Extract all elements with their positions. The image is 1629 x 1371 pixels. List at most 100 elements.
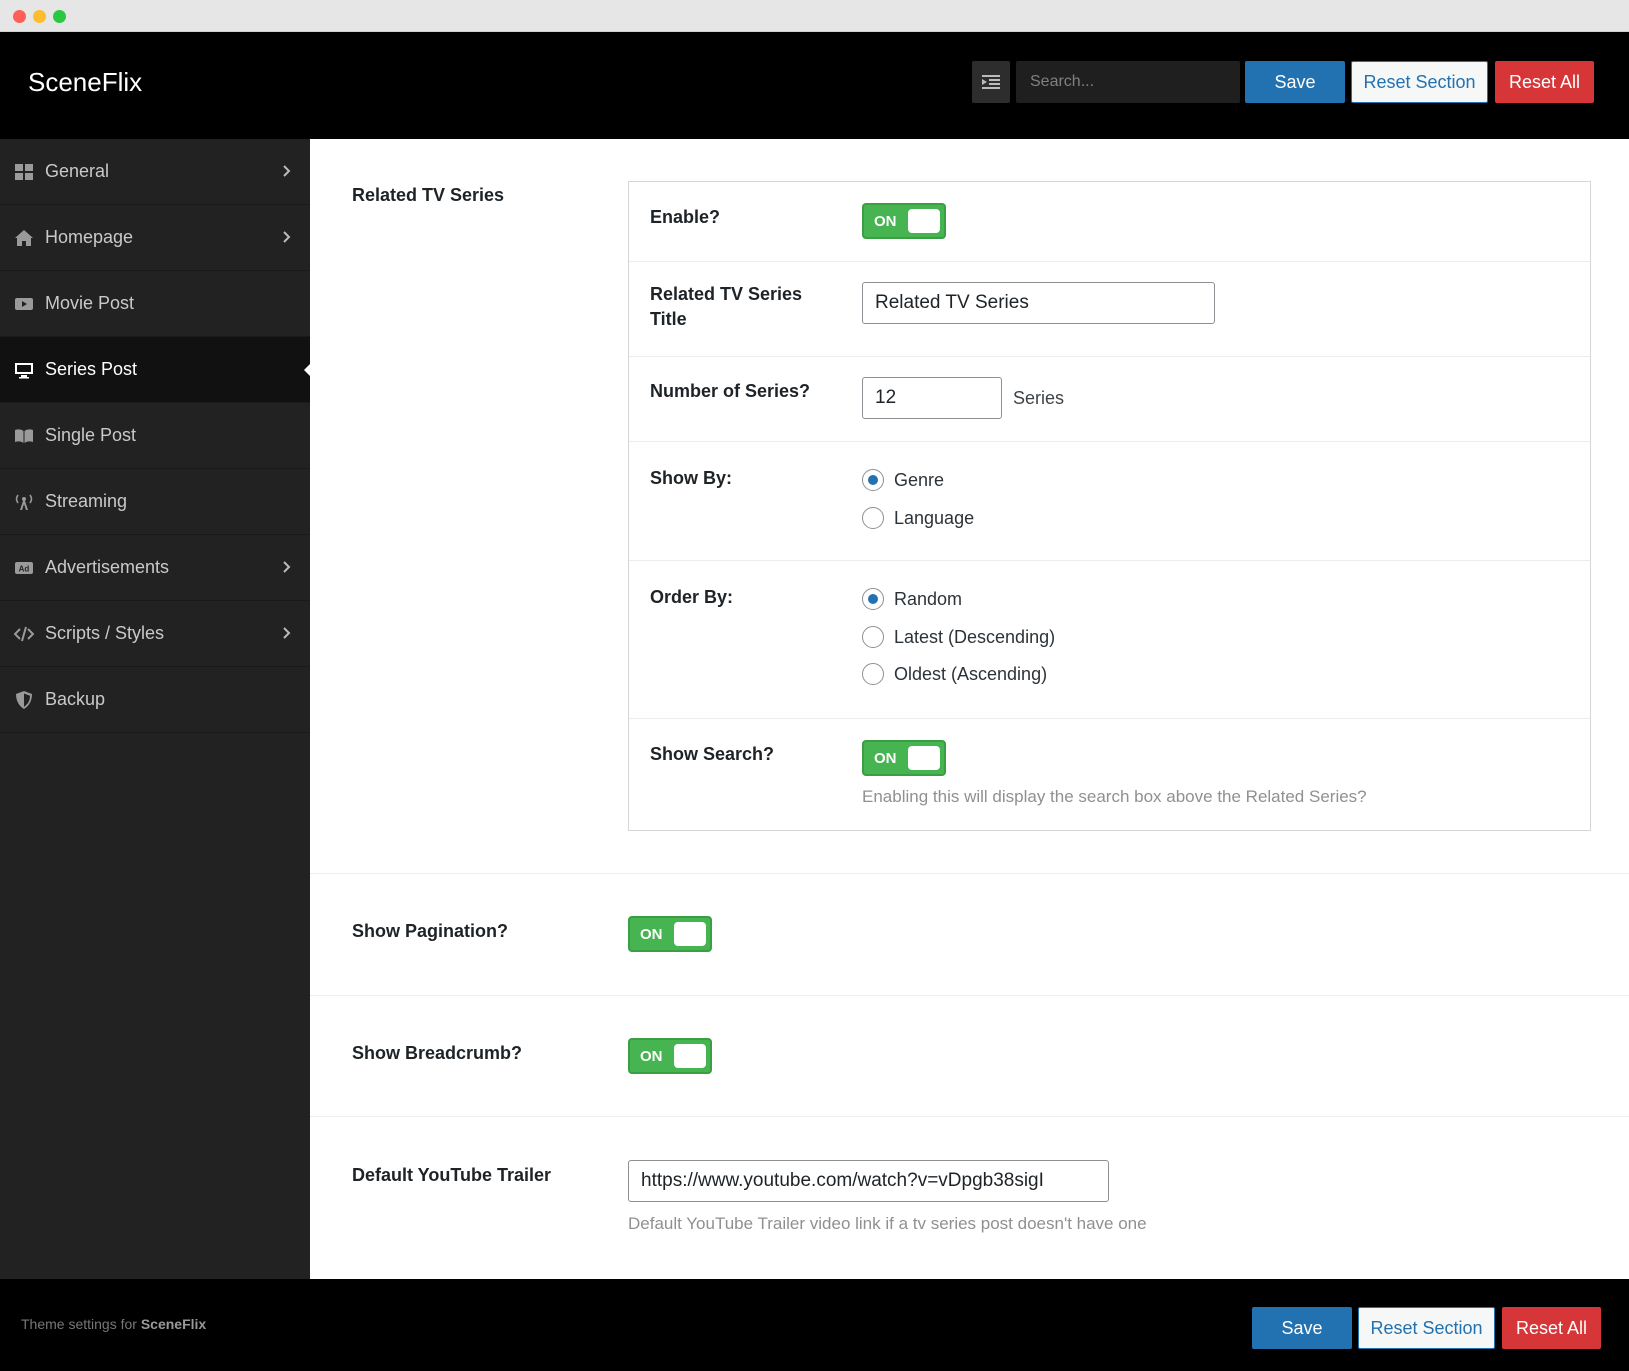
footer: Theme settings for SceneFlix Save Reset … <box>0 1279 1629 1371</box>
toggle-state-text: ON <box>640 926 663 943</box>
toggle-knob <box>908 746 940 770</box>
radio-button[interactable] <box>862 507 884 529</box>
radio-button[interactable] <box>862 626 884 648</box>
sidebar-item-backup[interactable]: Backup <box>0 667 310 733</box>
order-by-option-latest[interactable]: Latest (Descending) <box>862 626 1055 648</box>
section-divider <box>310 995 1629 996</box>
reset-section-button[interactable]: Reset Section <box>1351 61 1488 103</box>
sidebar: General Homepage Movie Post Series Post … <box>0 139 310 1279</box>
radio-label: Latest (Descending) <box>894 626 1056 647</box>
footer-reset-section-button[interactable]: Reset Section <box>1358 1307 1495 1349</box>
footer-brand: SceneFlix <box>140 1316 207 1332</box>
list-indent-icon <box>982 75 1000 89</box>
show-by-option-genre[interactable]: Genre <box>862 469 944 491</box>
radio-button[interactable] <box>862 663 884 685</box>
radio-label: Genre <box>894 469 945 490</box>
video-icon <box>13 293 35 315</box>
show-search-hint: Enabling this will display the search bo… <box>862 787 1367 806</box>
show-search-label: Show Search? <box>650 744 775 764</box>
related-tv-series-label: Related TV Series <box>352 185 505 205</box>
show-pagination-toggle[interactable]: ON <box>628 916 712 952</box>
sidebar-item-label: Backup <box>45 689 106 709</box>
sidebar-item-advertisements[interactable]: Ad Advertisements <box>0 535 310 601</box>
sidebar-item-series-post[interactable]: Series Post <box>0 337 310 403</box>
close-window-button[interactable] <box>13 10 26 23</box>
reset-all-button[interactable]: Reset All <box>1495 61 1594 103</box>
shield-icon <box>13 689 35 711</box>
maximize-window-button[interactable] <box>53 10 66 23</box>
save-button[interactable]: Save <box>1245 61 1345 103</box>
show-breadcrumb-toggle[interactable]: ON <box>628 1038 712 1074</box>
show-by-label: Show By: <box>650 468 733 488</box>
toggle-state-text: ON <box>874 750 897 767</box>
order-by-row: Order By: Random Latest (Descending) Old… <box>629 561 1590 719</box>
section-divider <box>310 1116 1629 1117</box>
toggle-state-text: ON <box>640 1048 663 1065</box>
code-icon <box>13 623 35 645</box>
title-label: Related TV Series Title <box>650 284 803 329</box>
default-trailer-label: Default YouTube Trailer <box>352 1165 552 1185</box>
related-tv-series-fieldset: Enable? ON Related TV Series Title Numbe… <box>628 181 1591 831</box>
footer-save-button[interactable]: Save <box>1252 1307 1352 1349</box>
sidebar-item-homepage[interactable]: Homepage <box>0 205 310 271</box>
ad-icon: Ad <box>13 557 35 579</box>
chevron-right-icon <box>278 558 296 576</box>
toggle-knob <box>674 1044 706 1068</box>
enable-toggle[interactable]: ON <box>862 203 946 239</box>
broadcast-icon <box>13 491 35 513</box>
toggle-knob <box>908 209 940 233</box>
show-pagination-label: Show Pagination? <box>352 921 508 941</box>
sidebar-item-streaming[interactable]: Streaming <box>0 469 310 535</box>
toggle-knob <box>674 922 706 946</box>
order-by-option-oldest[interactable]: Oldest (Ascending) <box>862 663 1047 685</box>
sidebar-item-scripts-styles[interactable]: Scripts / Styles <box>0 601 310 667</box>
brand-title: SceneFlix <box>28 67 143 97</box>
sidebar-item-label: Streaming <box>45 491 128 511</box>
enable-row: Enable? ON <box>629 182 1590 262</box>
default-trailer-hint: Default YouTube Trailer video link if a … <box>628 1214 1147 1233</box>
show-search-toggle[interactable]: ON <box>862 740 946 776</box>
sidebar-item-label: Advertisements <box>45 557 170 577</box>
title-row: Related TV Series Title <box>629 262 1590 357</box>
order-by-option-random[interactable]: Random <box>862 588 962 610</box>
radio-button[interactable] <box>862 588 884 610</box>
footer-reset-all-button[interactable]: Reset All <box>1502 1307 1601 1349</box>
search-input[interactable] <box>1016 61 1240 103</box>
sidebar-item-label: General <box>45 161 110 181</box>
main-content: Related TV Series Enable? ON Related TV … <box>310 139 1629 1279</box>
sidebar-item-label: Single Post <box>45 425 137 445</box>
related-title-input[interactable] <box>862 282 1215 324</box>
number-label: Number of Series? <box>650 381 811 401</box>
book-icon <box>13 425 35 447</box>
grid-icon <box>13 161 35 183</box>
footer-text: Theme settings for SceneFlix <box>21 1316 206 1332</box>
radio-label: Oldest (Ascending) <box>894 663 1048 684</box>
show-breadcrumb-label: Show Breadcrumb? <box>352 1043 523 1063</box>
sidebar-item-label: Movie Post <box>45 293 135 313</box>
expand-all-button[interactable] <box>972 61 1010 103</box>
monitor-icon <box>13 359 35 381</box>
sidebar-item-movie-post[interactable]: Movie Post <box>0 271 310 337</box>
show-search-row: Show Search? ON Enabling this will displ… <box>629 719 1590 830</box>
show-by-option-language[interactable]: Language <box>862 507 974 529</box>
number-row: Number of Series? Series <box>629 357 1590 442</box>
chevron-right-icon <box>278 162 296 180</box>
number-of-series-input[interactable] <box>862 377 1002 419</box>
svg-text:Ad: Ad <box>19 564 30 573</box>
minimize-window-button[interactable] <box>33 10 46 23</box>
sidebar-item-single-post[interactable]: Single Post <box>0 403 310 469</box>
radio-label: Random <box>894 588 963 609</box>
toggle-state-text: ON <box>874 213 897 230</box>
radio-label: Language <box>894 507 975 528</box>
footer-text-prefix: Theme settings for <box>21 1316 137 1332</box>
sidebar-item-label: Homepage <box>45 227 134 247</box>
radio-button[interactable] <box>862 469 884 491</box>
header: SceneFlix Save Reset Section Reset All <box>0 32 1629 139</box>
window-titlebar <box>0 0 1629 32</box>
sidebar-item-general[interactable]: General <box>0 139 310 205</box>
sidebar-item-label: Series Post <box>45 359 138 379</box>
show-by-row: Show By: Genre Language <box>629 442 1590 561</box>
chevron-right-icon <box>278 624 296 642</box>
number-suffix: Series <box>1013 388 1065 408</box>
default-trailer-input[interactable] <box>628 1160 1109 1202</box>
